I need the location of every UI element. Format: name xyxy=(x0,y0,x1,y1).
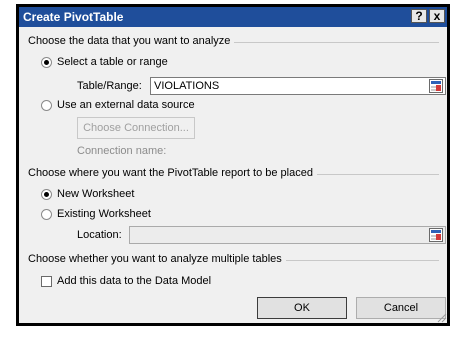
new-worksheet-label[interactable]: New Worksheet xyxy=(57,188,134,200)
location-input[interactable] xyxy=(129,226,446,244)
dialog-title: Create PivotTable xyxy=(23,10,124,24)
create-pivottable-dialog: Create PivotTable ? x Choose the data th… xyxy=(16,4,450,326)
section-multiple-heading: Choose whether you want to analyze multi… xyxy=(28,253,439,267)
data-model-checkbox[interactable] xyxy=(41,276,52,287)
table-range-input[interactable]: VIOLATIONS xyxy=(150,77,446,95)
data-model-label[interactable]: Add this data to the Data Model xyxy=(57,275,211,287)
section-data-title: Choose the data that you want to analyze xyxy=(28,35,235,47)
section-multiple-title: Choose whether you want to analyze multi… xyxy=(28,253,286,265)
select-table-label[interactable]: Select a table or range xyxy=(57,56,168,68)
section-data-heading: Choose the data that you want to analyze xyxy=(28,35,439,49)
select-table-radio[interactable] xyxy=(41,57,52,68)
existing-worksheet-label[interactable]: Existing Worksheet xyxy=(57,208,151,220)
choose-connection-button[interactable]: Choose Connection... xyxy=(77,117,195,139)
cancel-button[interactable]: Cancel xyxy=(356,297,446,319)
location-label: Location: xyxy=(77,229,122,241)
range-selector-icon[interactable] xyxy=(429,79,443,93)
new-worksheet-radio[interactable] xyxy=(41,189,52,200)
title-bar: Create PivotTable ? x xyxy=(19,7,447,27)
range-selector-icon[interactable] xyxy=(429,228,443,242)
close-button[interactable]: x xyxy=(429,9,445,23)
external-source-label[interactable]: Use an external data source xyxy=(57,99,195,111)
connection-name-label: Connection name: xyxy=(77,145,167,157)
section-placement-title: Choose where you want the PivotTable rep… xyxy=(28,167,317,179)
table-range-label: Table/Range: xyxy=(77,80,142,92)
external-source-radio[interactable] xyxy=(41,100,52,111)
ok-button[interactable]: OK xyxy=(257,297,347,319)
section-placement-heading: Choose where you want the PivotTable rep… xyxy=(28,167,439,181)
existing-worksheet-radio[interactable] xyxy=(41,209,52,220)
help-button[interactable]: ? xyxy=(411,9,427,23)
resize-grip-icon[interactable] xyxy=(435,311,447,323)
